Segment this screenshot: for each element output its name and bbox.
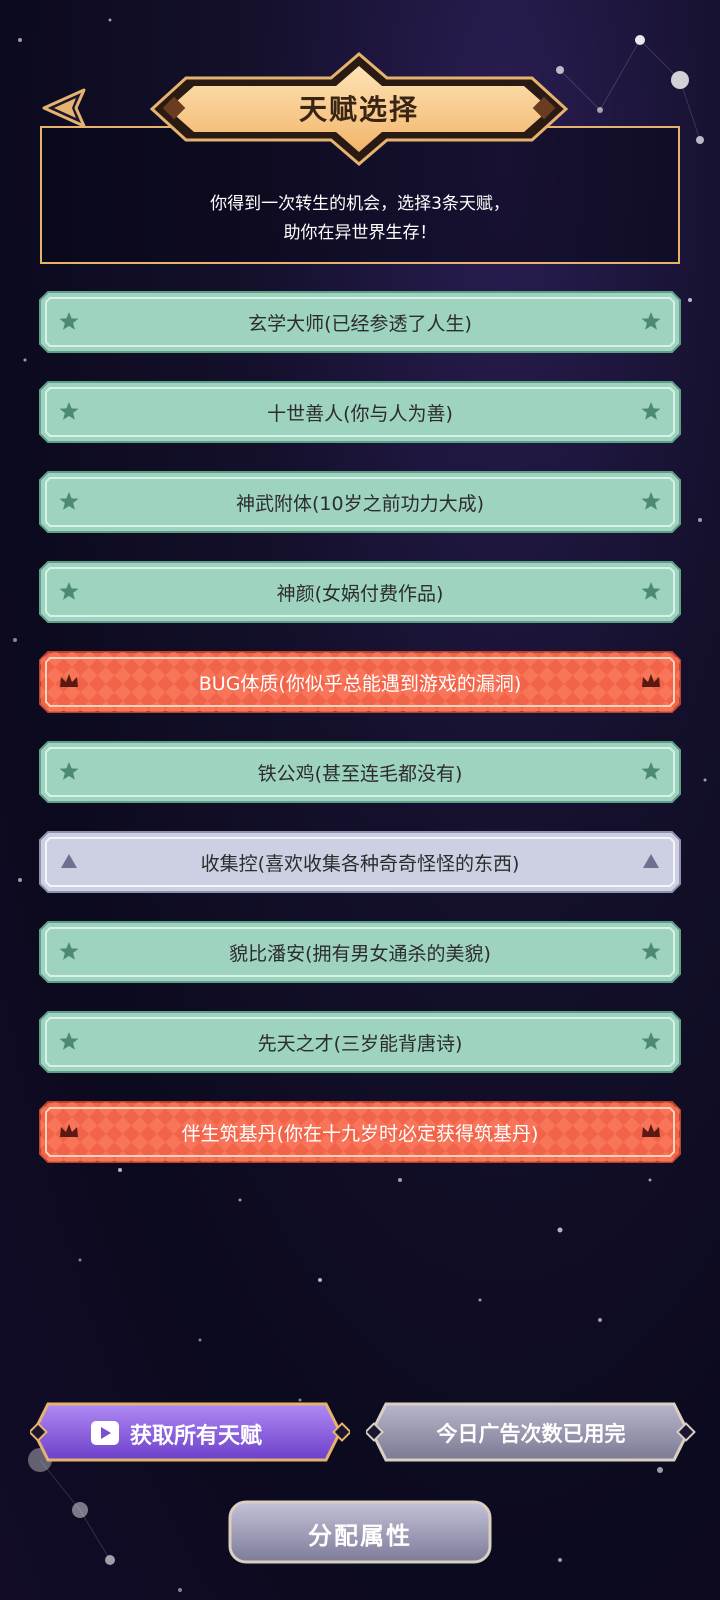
talent-label: 十世善人(你与人为善): [267, 402, 453, 425]
talent-option[interactable]: 先天之才(三岁能背唐诗): [38, 1010, 682, 1074]
crown-icon: [60, 1124, 78, 1137]
star-icon: [641, 762, 661, 780]
talent-option[interactable]: 十世善人(你与人为善): [38, 380, 682, 444]
video-play-icon: [91, 1421, 119, 1445]
star-icon: [59, 762, 79, 780]
allocate-attributes-button[interactable]: 分配属性: [226, 1496, 494, 1568]
star-icon: [641, 402, 661, 420]
talent-label: 收集控(喜欢收集各种奇奇怪怪的东西): [200, 852, 520, 875]
page-title: 天赋选择: [298, 93, 419, 126]
talent-list: 玄学大师(已经参透了人生) 十世善人(你与人为善) 神武附体(10岁之前功力大成) 神…: [38, 290, 682, 1190]
talent-option[interactable]: 貌比潘安(拥有男女通杀的美貌): [38, 920, 682, 984]
star-icon: [59, 402, 79, 420]
ad-limit-label: 今日广告次数已用完: [436, 1422, 626, 1446]
talent-label: BUG体质(你似乎总能遇到游戏的漏洞): [198, 672, 522, 695]
intro-line-2: 助你在异世界生存！: [283, 223, 437, 243]
star-icon: [59, 312, 79, 330]
ad-limit-button[interactable]: 今日广告次数已用完: [366, 1396, 696, 1468]
talent-label: 貌比潘安(拥有男女通杀的美貌): [229, 942, 491, 965]
triangle-icon: [61, 854, 77, 868]
intro-line-1: 你得到一次转生的机会，选择3条天赋，: [210, 194, 510, 214]
crown-icon: [60, 674, 78, 687]
get-all-talents-label: 获取所有天赋: [130, 1424, 263, 1449]
talent-label: 神武附体(10岁之前功力大成): [235, 492, 484, 515]
back-arrow-icon[interactable]: [40, 86, 88, 130]
talent-option[interactable]: 神颜(女娲付费作品): [38, 560, 682, 624]
talent-label: 先天之才(三岁能背唐诗): [257, 1032, 463, 1055]
star-icon: [59, 1032, 79, 1050]
talent-option[interactable]: 神武附体(10岁之前功力大成): [38, 470, 682, 534]
crown-icon: [642, 674, 660, 687]
talent-option[interactable]: 铁公鸡(甚至连毛都没有): [38, 740, 682, 804]
get-all-talents-button[interactable]: 获取所有天赋: [30, 1396, 350, 1468]
star-icon: [59, 942, 79, 960]
talent-option[interactable]: 收集控(喜欢收集各种奇奇怪怪的东西): [38, 830, 682, 894]
triangle-icon: [643, 854, 659, 868]
talent-label: 伴生筑基丹(你在十九岁时必定获得筑基丹): [181, 1122, 539, 1145]
talent-option[interactable]: BUG体质(你似乎总能遇到游戏的漏洞): [38, 650, 682, 714]
talent-label: 铁公鸡(甚至连毛都没有): [257, 762, 463, 785]
star-icon: [59, 582, 79, 600]
talent-label: 神颜(女娲付费作品): [276, 582, 444, 605]
star-icon: [641, 582, 661, 600]
crown-icon: [642, 1124, 660, 1137]
star-icon: [641, 312, 661, 330]
star-icon: [59, 492, 79, 510]
star-icon: [641, 492, 661, 510]
talent-label: 玄学大师(已经参透了人生): [248, 312, 472, 335]
talent-option[interactable]: 玄学大师(已经参透了人生): [38, 290, 682, 354]
intro-text: 你得到一次转生的机会，选择3条天赋， 助你在异世界生存！: [42, 190, 678, 248]
star-icon: [641, 1032, 661, 1050]
allocate-attributes-label: 分配属性: [308, 1522, 412, 1550]
star-icon: [641, 942, 661, 960]
talent-option[interactable]: 伴生筑基丹(你在十九岁时必定获得筑基丹): [38, 1100, 682, 1164]
